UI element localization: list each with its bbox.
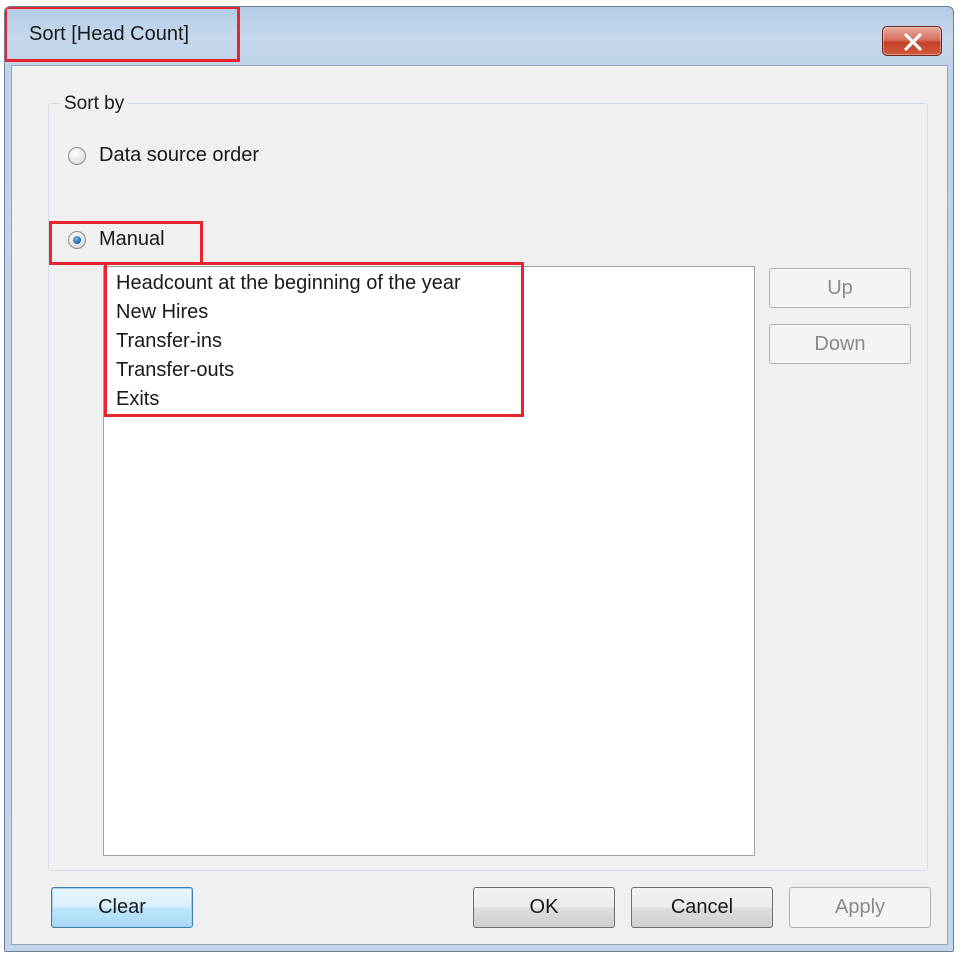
close-icon [904,33,922,51]
radio-data-source-order[interactable]: Data source order [68,144,259,167]
dialog-body: Sort by Data source order Manual Headcou… [11,65,948,945]
up-button[interactable]: Up [769,268,911,308]
sort-dialog: Sort [Head Count] Sort by Data source or… [4,6,954,952]
down-button[interactable]: Down [769,324,911,364]
radio-label-data-source-order: Data source order [99,144,260,166]
close-button[interactable] [882,26,942,56]
radio-button-data-source-order[interactable] [68,146,86,165]
clear-button[interactable]: Clear [51,887,193,928]
sort-by-label: Sort by [60,93,129,115]
manual-highlight-box [49,221,203,265]
list-items-highlight-box [104,262,524,417]
apply-button[interactable]: Apply [789,887,931,928]
title-highlight-box [5,7,240,62]
cancel-button[interactable]: Cancel [631,887,773,928]
ok-button[interactable]: OK [473,887,615,928]
